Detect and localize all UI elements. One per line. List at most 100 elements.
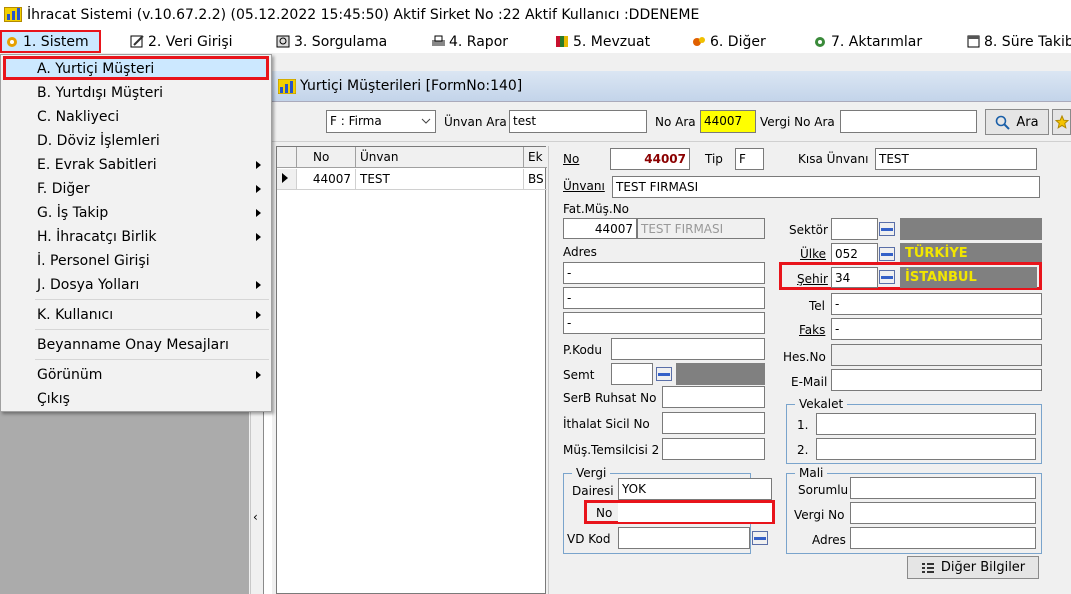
submenu-arrow-icon [256, 161, 261, 169]
grid-header-no[interactable]: No [297, 147, 356, 168]
tel-field[interactable]: - [831, 293, 1042, 315]
sehir-lookup-button[interactable] [876, 266, 898, 288]
tip-label: Tip [705, 152, 723, 166]
unvan-ara-label: Ünvan Ara [444, 115, 507, 129]
menu-sistem[interactable]: 1. Sistem [0, 30, 101, 53]
ulke-label: Ülke [800, 247, 827, 261]
unvan-field[interactable]: TEST FIRMASI [612, 176, 1040, 198]
vergi-dairesi-label: Dairesi [572, 484, 614, 498]
menu-item-ihracatci-birlik[interactable]: H. İhracatçı Birlik [3, 225, 269, 249]
ithalat-label: İthalat Sicil No [563, 417, 650, 431]
no-field[interactable]: 44007 [610, 148, 690, 170]
menu-item-kullanici[interactable]: K. Kullanıcı [3, 303, 269, 327]
no-ara-label: No Ara [655, 115, 696, 129]
transfer-icon [813, 35, 828, 48]
menu-sorgulama[interactable]: 3. Sorgulama [276, 30, 387, 53]
grid-header-unvan[interactable]: Ünvan [356, 147, 524, 168]
menu-sure-takibi[interactable]: 8. Süre Takibi [966, 30, 1071, 53]
menu-item-cikis[interactable]: Çıkış [3, 387, 269, 411]
vekalet-group: Vekalet 1. 2. [786, 397, 1042, 464]
menu-item-yurtdisi-musteri[interactable]: B. Yurtdışı Müşteri [3, 81, 269, 105]
table-row-ek[interactable]: BS [524, 169, 547, 190]
mali-vergino-label: Vergi No [794, 508, 845, 522]
vd-kod-field[interactable] [618, 527, 750, 549]
type-select[interactable]: F : Firma [326, 110, 436, 133]
table-row-unvan[interactable]: TEST [356, 169, 524, 190]
semt-lookup-button[interactable] [653, 363, 675, 385]
vekalet-2-field[interactable] [816, 438, 1036, 460]
form-title: Yurtiçi Müşterileri [FormNo:140] [300, 78, 523, 94]
vergi-no-ara-label: Vergi No Ara [760, 115, 835, 129]
lookup-icon [879, 222, 895, 236]
chevron-down-icon [421, 118, 431, 124]
temsilci-field[interactable] [662, 438, 765, 460]
menu-item-beyanname-onay[interactable]: Beyanname Onay Mesajları [3, 333, 269, 357]
sektor-field[interactable] [831, 218, 878, 240]
unvan-ara-input[interactable]: test [509, 110, 647, 133]
menu-rapor[interactable]: 4. Rapor [431, 30, 508, 53]
search-button[interactable]: Ara [985, 109, 1049, 135]
mali-sorumlu-field[interactable] [850, 477, 1036, 499]
tip-field[interactable]: F [735, 148, 764, 170]
menu-item-doviz-islemleri[interactable]: D. Döviz İşlemleri [3, 129, 269, 153]
vergi-no-ara-input[interactable] [840, 110, 977, 133]
unvan-label: Ünvanı [563, 179, 605, 193]
adres-line-1[interactable]: - [563, 262, 765, 284]
menu-item-dosya-yollari[interactable]: J. Dosya Yolları [3, 273, 269, 297]
menu-item-gorunum[interactable]: Görünüm [3, 363, 269, 387]
row-indicator[interactable] [277, 169, 297, 190]
vergi-no-label: No [596, 506, 613, 520]
form-logo-icon [277, 78, 297, 95]
menu-item-diger[interactable]: F. Diğer [3, 177, 269, 201]
serb-field[interactable] [662, 386, 765, 408]
search-toolbar: F : Firma Ünvan Ara test No Ara 44007 Ve… [272, 102, 1071, 142]
vergi-dairesi-field[interactable]: YOK [618, 478, 772, 500]
faks-field[interactable]: - [831, 318, 1042, 340]
menu-item-is-takip[interactable]: G. İş Takip [3, 201, 269, 225]
mali-vergino-field[interactable] [850, 502, 1036, 524]
grid-splitter[interactable] [548, 146, 556, 594]
menu-item-personel-girisi[interactable]: İ. Personel Girişi [3, 249, 269, 273]
menu-item-nakliyeci[interactable]: C. Nakliyeci [3, 105, 269, 129]
kisa-unvan-field[interactable]: TEST [875, 148, 1037, 170]
ithalat-field[interactable] [662, 412, 765, 434]
pkodu-field[interactable] [611, 338, 765, 360]
vd-kod-lookup-button[interactable] [749, 527, 771, 549]
other-icon [692, 35, 707, 48]
semt-field[interactable] [611, 363, 653, 385]
sehir-code-field[interactable]: 34 [831, 267, 878, 288]
mali-adres-label: Adres [812, 533, 846, 547]
menu-separator [35, 299, 269, 300]
vergi-no-field[interactable] [618, 503, 772, 522]
email-field[interactable] [831, 369, 1042, 391]
sistem-dropdown-menu: A. Yurtiçi Müşteri B. Yurtdışı Müşteri C… [0, 54, 272, 412]
app-logo-icon [4, 7, 22, 22]
mali-adres-field[interactable] [850, 527, 1036, 549]
adres-line-3[interactable]: - [563, 312, 765, 334]
form-title-bar: Yurtiçi Müşterileri [FormNo:140] [272, 71, 1071, 102]
sehir-label: Şehir [797, 272, 828, 286]
collapse-arrow-icon[interactable]: ‹ [253, 510, 258, 524]
menu-item-yurtici-musteri[interactable]: A. Yurtiçi Müşteri [3, 56, 269, 80]
diger-bilgiler-button[interactable]: Diğer Bilgiler [907, 556, 1039, 579]
menu-mevzuat[interactable]: 5. Mevzuat [555, 30, 650, 53]
vekalet-title: Vekalet [795, 397, 848, 411]
menu-aktarimlar[interactable]: 7. Aktarımlar [813, 30, 922, 53]
menu-diger[interactable]: 6. Diğer [692, 30, 766, 53]
sektor-lookup-button[interactable] [876, 218, 898, 240]
query-icon [276, 35, 291, 48]
mali-title: Mali [795, 466, 828, 480]
no-label: No [563, 152, 580, 166]
table-row-no[interactable]: 44007 [297, 169, 356, 190]
kisa-unvan-label: Kısa Ünvanı [798, 152, 869, 166]
vekalet-1-field[interactable] [816, 413, 1036, 435]
lookup-icon [879, 270, 895, 284]
list-icon [921, 562, 934, 573]
menu-item-evrak-sabitleri[interactable]: E. Evrak Sabitleri [3, 153, 269, 177]
menu-veri-girisi[interactable]: 2. Veri Girişi [130, 30, 233, 53]
no-ara-input[interactable]: 44007 [700, 110, 756, 133]
fat-mus-no-field[interactable]: 44007 [563, 218, 637, 239]
grid-header-ek[interactable]: Ek [524, 147, 547, 168]
favorite-button[interactable] [1052, 109, 1071, 135]
adres-line-2[interactable]: - [563, 287, 765, 309]
